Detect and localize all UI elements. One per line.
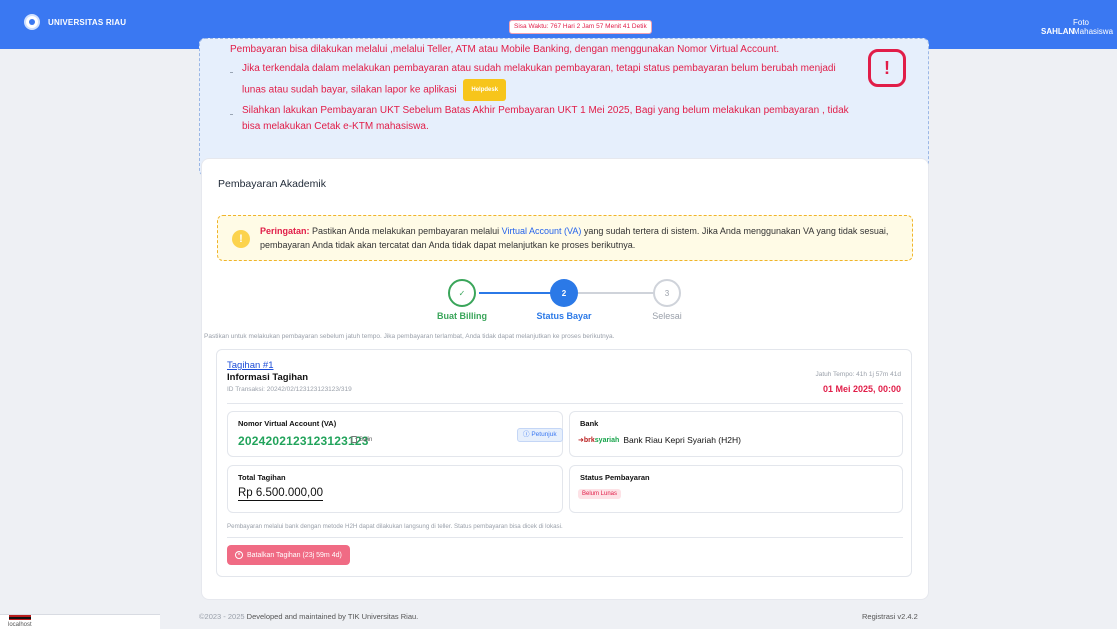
avatar-alt-text-2: Mahasiswa [1073,27,1114,36]
va-label: Nomor Virtual Account (VA) [238,419,337,428]
cancel-bill-button[interactable]: × Batalkan Tagihan (23j 59m 4d) [227,545,350,565]
step-3-circle: 3 [653,279,681,307]
warning-icon: ! [232,230,250,248]
divider [227,537,903,538]
va-box: Nomor Virtual Account (VA) 2024202123123… [227,411,563,457]
status-label: Status Pembayaran [580,473,650,482]
countdown-timer: Sisa Waktu: 767 Hari 2 Jam 57 Menit 41 D… [509,20,652,34]
total-label: Total Tagihan [238,473,286,482]
copy-icon [351,436,357,443]
warning-box: ! Peringatan: Pastikan Anda melakukan pe… [217,215,913,261]
bank-name: Bank Riau Kepri Syariah (H2H) [623,435,741,445]
info-line-payment-methods: Pembayaran bisa dilakukan melalui ,melal… [230,44,780,55]
copy-label: Salin [359,436,373,443]
info-line-problem: Jika terkendala dalam melakukan pembayar… [242,63,836,74]
step-2-circle: 2 [550,279,578,307]
bullet [230,114,233,115]
card-title: Pembayaran Akademik [218,178,326,190]
alert-icon: ! [868,49,906,87]
divider [227,403,903,404]
bank-box: Bank ➜brksyariah Bank Riau Kepri Syariah… [569,411,903,457]
info-line-deadline: Silahkan lakukan Pembayaran UKT Sebelum … [242,105,849,116]
bank-label: Bank [580,419,599,428]
corner-swatch [9,615,31,620]
total-box: Total Tagihan Rp 6.500.000,00 [227,465,563,513]
bank-row: ➜brksyariah Bank Riau Kepri Syariah (H2H… [578,435,741,445]
university-logo-icon [24,14,40,30]
cancel-icon: × [235,551,243,559]
status-box: Status Pembayaran Belum Lunas [569,465,903,513]
academic-payment-card: Pembayaran Akademik ! Peringatan: Pastik… [201,158,929,600]
footer-copyright: ©2023 - 2025 Developed and maintained by… [199,612,419,621]
step-connector [578,292,664,294]
due-note: Pastikan untuk melakukan pembayaran sebe… [204,333,615,340]
instructions-button[interactable]: ⓘ Petunjuk [517,428,563,442]
due-date: 01 Mei 2025, 00:00 [822,384,901,394]
step-1-check-icon: ✓ [448,279,476,307]
corner-text: localhost [8,622,32,628]
bill-heading: Informasi Tagihan [227,372,309,383]
warning-text: Peringatan: Pastikan Anda melakukan pemb… [260,226,889,250]
bank-logo: ➜brksyariah [578,437,620,444]
info-line-deadline-cont: bisa melakukan Cetak e-KTM mahasiswa. [242,121,429,132]
info-line-problem-cont: lunas atau sudah bayar, silakan lapor ke… [242,79,507,101]
brand[interactable]: UNIVERSITAS RIAU [24,14,126,30]
due-countdown: Jatuh Tempo: 41h 1j 57m 41d [815,371,901,378]
bullet [230,72,233,73]
transaction-id: ID Transaksi: 20242/02/123123123123/319 [227,386,352,393]
bill-link[interactable]: Tagihan #1 [227,360,273,371]
brand-name: UNIVERSITAS RIAU [48,17,127,27]
helpdesk-button[interactable]: Helpdesk [463,79,507,101]
status-corner: localhost [0,614,160,629]
step-3-label: Selesai [652,311,682,321]
payment-info-box: Pembayaran bisa dilakukan melalui ,melal… [199,38,929,176]
bill-box: Tagihan #1 Informasi Tagihan ID Transaks… [216,349,912,577]
cancel-bill-label: Batalkan Tagihan (23j 59m 4d) [247,551,342,559]
h2h-footnote: Pembayaran melalui bank dengan metode H2… [227,523,563,530]
step-2-label: Status Bayar [536,311,592,321]
status-badge: Belum Lunas [578,489,622,499]
va-number: 2024202123123123123 [238,434,369,448]
footer-version: Registrasi v2.4.2 [862,612,918,621]
step-1-label: Buat Billing [437,311,487,321]
progress-stepper: ✓ Buat Billing 2 Status Bayar 3 Selesai [202,278,930,324]
total-amount: Rp 6.500.000,00 [238,487,324,501]
copy-button[interactable]: Salin [351,436,372,443]
avatar-alt-text: Foto [1073,18,1090,27]
user-avatar[interactable]: Foto Mahasiswa [1073,18,1113,36]
user-name[interactable]: SAHLAN [1041,27,1074,36]
